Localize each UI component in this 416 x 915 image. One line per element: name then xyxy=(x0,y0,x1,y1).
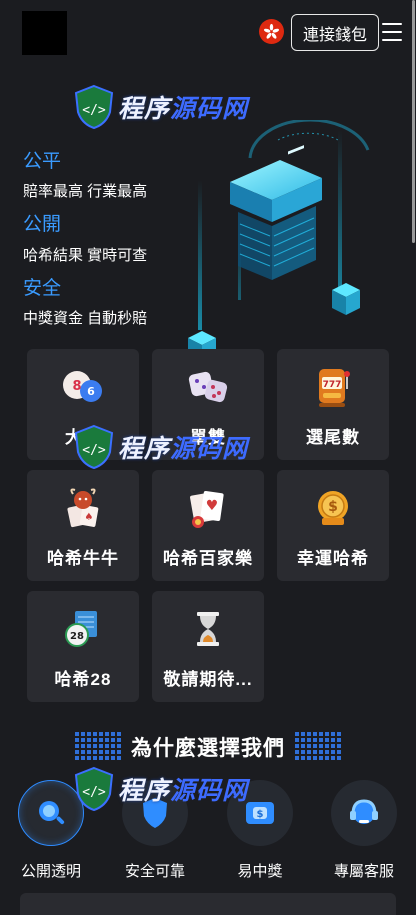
svg-text:♠: ♠ xyxy=(85,512,94,523)
top-bar: 連接錢包 xyxy=(0,0,416,64)
game-card-hash-niuniu[interactable]: ♠ 哈希牛牛 xyxy=(27,470,139,581)
lucky-coin-icon: $ xyxy=(311,486,355,530)
hero-title-open: 公開 xyxy=(23,214,62,235)
connect-wallet-button[interactable]: 連接錢包 xyxy=(291,14,379,51)
feature-secure[interactable]: 安全可靠 xyxy=(115,780,195,881)
svg-text:$: $ xyxy=(328,499,338,515)
feature-label: 專屬客服 xyxy=(333,863,394,880)
bottom-panel xyxy=(20,893,396,915)
slot-machine-icon: 777 xyxy=(311,365,355,409)
game-label: 哈希28 xyxy=(54,670,112,689)
decorative-bars-left xyxy=(75,732,121,762)
dice-icon xyxy=(186,365,230,409)
game-label: 選尾數 xyxy=(306,428,360,447)
game-label: 單雙 xyxy=(190,428,226,447)
game-card-hash-baccarat[interactable]: ♥ 哈希百家樂 xyxy=(152,470,264,581)
game-label: 幸運哈希 xyxy=(297,549,369,568)
hero-section: 公平 賠率最高 行業最高 公開 哈希結果 實時可查 安全 中獎資金 自動秒賠 xyxy=(0,64,416,363)
hero-title-safe: 安全 xyxy=(23,278,62,299)
decorative-bars-right xyxy=(295,732,341,762)
game-card-hash-28[interactable]: 28 哈希28 xyxy=(27,591,139,702)
why-section-header: 為什麼選擇我們 xyxy=(0,728,416,766)
game-card-big-small[interactable]: 8 6 大小 xyxy=(27,349,139,460)
server-illustration xyxy=(188,120,370,363)
game-card-pick-tail[interactable]: 777 選尾數 xyxy=(277,349,389,460)
game-label: 大小 xyxy=(65,428,101,447)
lottery-28-icon: 28 xyxy=(61,607,105,651)
lottery-balls-icon: 8 6 xyxy=(61,365,105,409)
svg-text:♥: ♥ xyxy=(206,498,219,514)
hero-desc-safe: 中獎資金 自動秒賠 xyxy=(23,310,148,327)
hero-desc-fair: 賠率最高 行業最高 xyxy=(23,183,148,200)
site-logo[interactable] xyxy=(22,11,67,55)
headset-icon xyxy=(331,780,397,846)
bull-cards-icon: ♠ xyxy=(61,486,105,530)
hong-kong-flag-icon[interactable] xyxy=(259,19,284,44)
svg-text:28: 28 xyxy=(70,631,84,642)
hourglass-icon xyxy=(186,607,230,651)
feature-label: 公開透明 xyxy=(20,863,81,880)
game-card-lucky-hash[interactable]: $ 幸運哈希 xyxy=(277,470,389,581)
feature-transparent[interactable]: 公開透明 xyxy=(11,780,91,881)
magnifier-icon xyxy=(18,780,84,846)
game-label: 哈希百家樂 xyxy=(163,549,253,568)
svg-text:8: 8 xyxy=(72,379,81,394)
feature-easy-win[interactable]: $ 易中獎 xyxy=(220,780,300,881)
feature-label: 安全可靠 xyxy=(124,863,185,880)
feature-customer-service[interactable]: 專屬客服 xyxy=(324,780,404,881)
hero-title-fair: 公平 xyxy=(23,151,62,172)
hero-desc-open: 哈希結果 實時可查 xyxy=(23,247,148,264)
svg-text:$: $ xyxy=(257,809,264,820)
svg-text:6: 6 xyxy=(87,385,95,398)
game-card-odd-even[interactable]: 單雙 xyxy=(152,349,264,460)
feature-label: 易中獎 xyxy=(237,863,283,880)
baccarat-cards-icon: ♥ xyxy=(186,486,230,530)
hamburger-menu-icon[interactable] xyxy=(382,22,402,42)
wallet-icon: $ xyxy=(227,780,293,846)
game-label: 敬請期待... xyxy=(163,670,253,689)
why-title: 為什麼選擇我們 xyxy=(131,737,285,760)
game-card-coming-soon[interactable]: 敬請期待... xyxy=(152,591,264,702)
svg-text:777: 777 xyxy=(323,380,342,390)
shield-icon xyxy=(122,780,188,846)
game-label: 哈希牛牛 xyxy=(47,549,119,568)
